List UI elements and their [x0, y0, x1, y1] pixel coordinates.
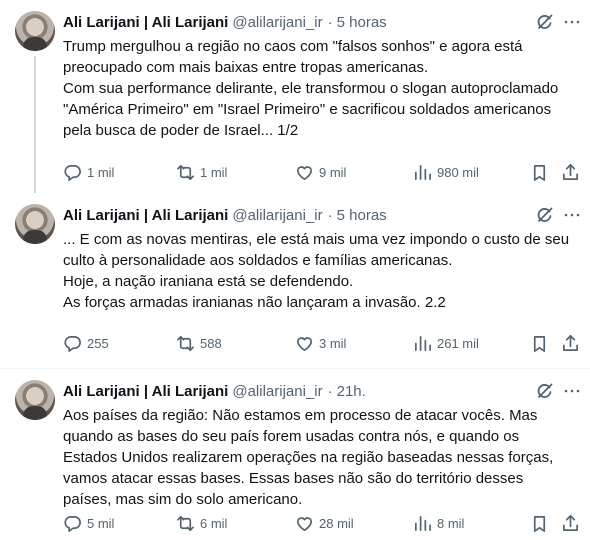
tweet-line: ... E com as novas mentiras, ele está ma… [63, 231, 570, 248]
tweet-header: Ali Larijani | Ali Larijani @alilarijani… [63, 12, 387, 32]
tweet-text: Trump mergulhou a região no caos com "fa… [63, 36, 583, 141]
tweet-2[interactable]: Ali Larijani | Ali Larijani @alilarijani… [0, 193, 590, 368]
timestamp[interactable]: 21h. [337, 383, 366, 400]
avatar[interactable] [15, 204, 55, 244]
tweet-line: países, mas sim do solo americano. [63, 491, 303, 508]
comment-bubble-icon [64, 515, 81, 532]
tweet-line: pela busca de poder de Israel... 1/2 [63, 122, 299, 139]
tweet-line: Com sua performance delirante, ele trans… [63, 80, 559, 97]
repost-count: 6 mil [200, 515, 228, 531]
bookmark-button[interactable] [530, 513, 549, 533]
author-handle[interactable]: @alilarijani_ir [232, 207, 322, 224]
tweet-line: preocupado com mais baixas entre tropas … [63, 59, 429, 76]
reply-button[interactable]: 1 mil [63, 162, 114, 182]
action-bar: 1 mil 1 mil 9 mil 980 mil [63, 162, 588, 182]
like-count: 3 mil [319, 335, 347, 351]
author-name[interactable]: Ali Larijani | Ali Larijani [63, 383, 228, 400]
views-count: 261 mil [437, 335, 479, 351]
repost-count: 588 [200, 335, 222, 351]
like-count: 28 mil [319, 515, 354, 531]
separator-dot: · [327, 206, 333, 224]
tweet-text: ... E com as novas mentiras, ele está ma… [63, 229, 583, 313]
views-count: 980 mil [437, 164, 479, 180]
grok-slash-circle-icon[interactable] [535, 12, 555, 32]
like-button[interactable]: 3 mil [295, 333, 346, 353]
heart-icon [296, 336, 313, 351]
grok-slash-circle-icon[interactable] [535, 381, 555, 401]
bar-chart-icon [414, 515, 431, 531]
views-button[interactable]: 261 mil [413, 333, 479, 353]
tweet-line: vamos atacar essas bases. Essas bases nã… [63, 470, 524, 487]
author-name[interactable]: Ali Larijani | Ali Larijani [63, 207, 228, 224]
reply-count: 1 mil [87, 164, 115, 180]
tweet-1[interactable]: Ali Larijani | Ali Larijani @alilarijani… [0, 0, 590, 193]
share-upload-icon [562, 163, 579, 180]
comment-bubble-icon [64, 335, 81, 352]
bookmark-button[interactable] [530, 162, 549, 182]
tweet-header: Ali Larijani | Ali Larijani @alilarijani… [63, 381, 366, 401]
reply-count: 5 mil [87, 515, 115, 531]
reply-count: 255 [87, 335, 109, 351]
views-button[interactable]: 8 mil [413, 513, 464, 533]
bar-chart-icon [414, 335, 431, 351]
like-count: 9 mil [319, 164, 347, 180]
author-name[interactable]: Ali Larijani | Ali Larijani [63, 14, 228, 31]
action-bar: 5 mil 6 mil 28 mil 8 mil [63, 513, 588, 533]
heart-icon [296, 165, 313, 180]
grok-slash-circle-icon[interactable] [535, 205, 555, 225]
bookmark-icon [533, 335, 546, 352]
tweet-3[interactable]: Ali Larijani | Ali Larijani @alilarijani… [0, 368, 590, 540]
share-upload-icon [562, 514, 579, 531]
share-button[interactable] [561, 333, 580, 353]
tweet-line: Aos países da região: Não estamos em pro… [63, 407, 538, 424]
bookmark-button[interactable] [530, 333, 549, 353]
reply-button[interactable]: 255 [63, 333, 109, 353]
tweet-header: Ali Larijani | Ali Larijani @alilarijani… [63, 205, 387, 225]
timestamp[interactable]: 5 horas [337, 207, 387, 224]
repost-count: 1 mil [200, 164, 228, 180]
share-upload-icon [562, 334, 579, 351]
tweet-line: quando as bases do seu país forem usadas… [63, 428, 520, 445]
repost-arrows-icon [177, 515, 194, 531]
reply-button[interactable]: 5 mil [63, 513, 114, 533]
bar-chart-icon [414, 164, 431, 180]
tweet-text: Aos países da região: Não estamos em pro… [63, 405, 583, 510]
tweet-line: "América Primeiro" em "Israel Primeiro" … [63, 101, 552, 118]
author-handle[interactable]: @alilarijani_ir [232, 14, 322, 31]
bookmark-icon [533, 515, 546, 532]
share-button[interactable] [561, 513, 580, 533]
repost-arrows-icon [177, 335, 194, 351]
thread-line [34, 56, 36, 193]
more-dots-icon[interactable] [562, 205, 582, 225]
more-dots-icon[interactable] [562, 12, 582, 32]
avatar[interactable] [15, 380, 55, 420]
like-button[interactable]: 9 mil [295, 162, 346, 182]
more-dots-icon[interactable] [562, 381, 582, 401]
share-button[interactable] [561, 162, 580, 182]
repost-arrows-icon [177, 164, 194, 180]
tweet-line: Hoje, a nação iraniana está se defendend… [63, 273, 354, 290]
timestamp[interactable]: 5 horas [337, 14, 387, 31]
comment-bubble-icon [64, 164, 81, 181]
repost-button[interactable]: 588 [176, 333, 222, 353]
heart-icon [296, 516, 313, 531]
repost-button[interactable]: 1 mil [176, 162, 227, 182]
like-button[interactable]: 28 mil [295, 513, 354, 533]
author-handle[interactable]: @alilarijani_ir [232, 383, 322, 400]
bookmark-icon [533, 164, 546, 181]
separator-dot: · [327, 13, 333, 31]
views-count: 8 mil [437, 515, 465, 531]
tweet-line: Trump mergulhou a região no caos com "fa… [63, 38, 523, 55]
avatar[interactable] [15, 11, 55, 51]
tweet-line: Estados Unidos realizarem operações na r… [63, 449, 554, 466]
views-button[interactable]: 980 mil [413, 162, 479, 182]
action-bar: 255 588 3 mil 261 mil [63, 333, 588, 353]
separator-dot: · [327, 382, 333, 400]
tweet-line: As forças armadas iranianas não lançaram… [63, 294, 446, 311]
tweet-line: culto à personalidade aos soldados e fam… [63, 252, 453, 269]
repost-button[interactable]: 6 mil [176, 513, 227, 533]
